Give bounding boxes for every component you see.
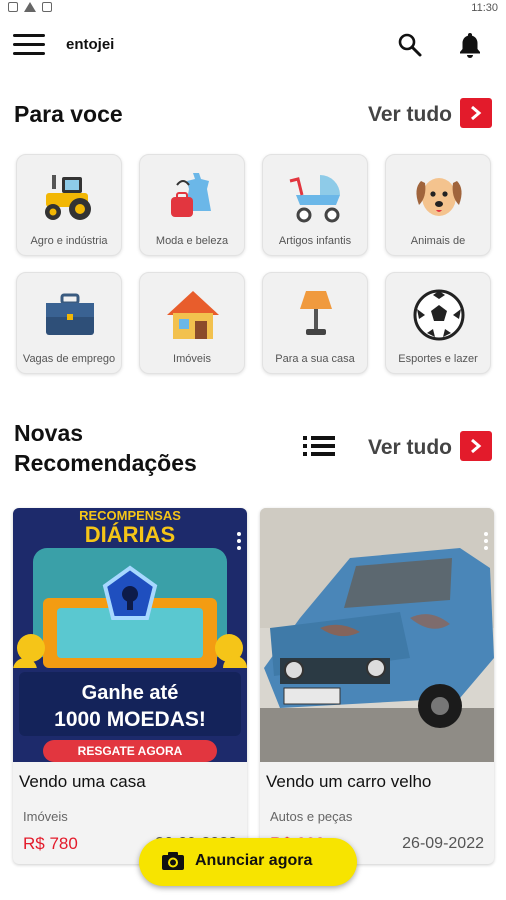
listing-category: Imóveis <box>23 809 68 824</box>
category-fashion[interactable]: Moda e beleza <box>139 154 245 256</box>
banner-top-text: RECOMPENSAS <box>79 508 181 523</box>
lamp-icon <box>300 291 332 335</box>
listing-price: R$ 780 <box>23 834 78 853</box>
tractor-icon <box>45 175 91 220</box>
category-label: Esportes e lazer <box>398 353 478 365</box>
camera-icon <box>162 852 184 870</box>
listing-title: Vendo um carro velho <box>266 772 432 791</box>
hamburger-menu-icon[interactable] <box>13 34 45 56</box>
category-real-estate[interactable]: Imóveis <box>139 272 245 374</box>
category-animals[interactable]: Animais de <box>385 154 491 256</box>
category-label: Agro e indústria <box>30 235 108 247</box>
stroller-icon <box>289 175 340 223</box>
notifications-bell-icon[interactable] <box>457 31 483 59</box>
category-label: Artigos infantis <box>278 235 352 247</box>
category-kids[interactable]: Artigos infantis <box>262 154 368 256</box>
status-icons <box>8 2 52 12</box>
house-icon <box>167 291 219 339</box>
listing-card[interactable]: Vendo um carro velho Autos e peças R$ 88… <box>260 508 494 864</box>
recommendations-title-line2: Recomendações <box>14 450 197 476</box>
sim-icon <box>42 2 52 12</box>
category-label: Para a sua casa <box>275 353 355 365</box>
status-bar: 11:30 <box>0 0 506 16</box>
status-time: 11:30 <box>471 2 498 14</box>
search-icon[interactable] <box>397 32 423 58</box>
briefcase-icon <box>46 293 94 335</box>
fashion-icon <box>171 173 211 217</box>
dog-icon <box>416 178 462 216</box>
warning-icon <box>24 2 36 12</box>
banner-mid-text: DIÁRIAS <box>84 522 176 547</box>
category-label: Imóveis <box>173 353 211 365</box>
listing-image-old-car <box>260 508 494 762</box>
recommendations-see-all-link[interactable]: Ver tudo <box>368 436 452 460</box>
post-ad-label: Anunciar agora <box>195 852 313 869</box>
for-you-title: Para voce <box>14 101 123 127</box>
for-you-see-all-arrow-icon[interactable] <box>460 98 492 128</box>
listing-image-rewards-banner: RECOMPENSAS DIÁRIAS Ganhe até 1000 MOEDA… <box>13 508 247 762</box>
category-label: Vagas de emprego <box>22 353 116 365</box>
category-home[interactable]: Para a sua casa <box>262 272 368 374</box>
category-label: Animais de <box>410 235 466 247</box>
card-more-options-icon[interactable] <box>484 532 488 553</box>
for-you-see-all-link[interactable]: Ver tudo <box>368 103 452 127</box>
category-jobs[interactable]: Vagas de emprego <box>16 272 122 374</box>
listing-card[interactable]: RECOMPENSAS DIÁRIAS Ganhe até 1000 MOEDA… <box>13 508 247 864</box>
recommendations-see-all-arrow-icon[interactable] <box>460 431 492 461</box>
list-view-icon[interactable] <box>303 433 337 459</box>
listing-date: 26-09-2022 <box>402 835 484 852</box>
listing-title: Vendo uma casa <box>19 772 146 791</box>
soccer-ball-icon <box>413 289 465 341</box>
banner-line2-text: 1000 MOEDAS! <box>54 708 206 731</box>
post-ad-button[interactable]: Anunciar agora <box>139 838 357 886</box>
banner-button-text: RESGATE AGORA <box>77 744 183 758</box>
app-bar: entojei <box>0 22 506 68</box>
notification-icon <box>8 2 18 12</box>
banner-line1-text: Ganhe até <box>81 682 179 704</box>
category-agro[interactable]: Agro e indústria <box>16 154 122 256</box>
app-title: entojei <box>66 36 115 53</box>
category-label: Moda e beleza <box>155 235 229 247</box>
listing-category: Autos e peças <box>270 809 353 824</box>
category-sports[interactable]: Esportes e lazer <box>385 272 491 374</box>
card-more-options-icon[interactable] <box>237 532 241 553</box>
recommendations-title-line1: Novas <box>14 420 84 446</box>
